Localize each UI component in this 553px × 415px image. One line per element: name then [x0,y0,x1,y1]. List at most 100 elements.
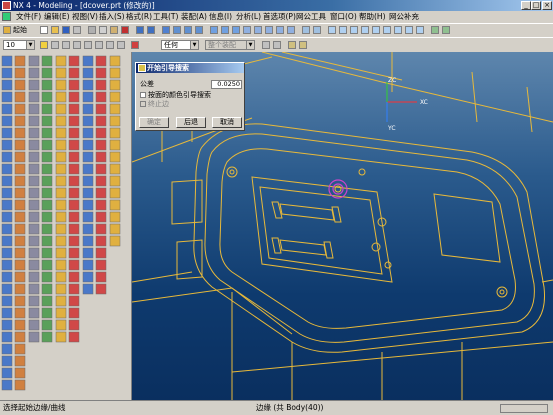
face-color-checkbox[interactable] [140,92,146,98]
tool-button-icon[interactable] [28,79,40,91]
tool-button-icon[interactable] [14,283,26,295]
tool-button-icon[interactable] [95,259,107,271]
view-box-2-icon[interactable] [339,26,347,34]
tool-button-icon[interactable] [68,187,80,199]
tool-button-icon[interactable] [28,199,40,211]
tool-button-icon[interactable] [28,319,40,331]
tool-button-icon[interactable] [14,319,26,331]
tool-button-icon[interactable] [95,271,107,283]
tool-button-icon[interactable] [41,223,53,235]
tool-button-icon[interactable] [95,91,107,103]
housing-outline[interactable] [193,123,546,353]
start-icon[interactable] [3,26,11,34]
filter-option-icon[interactable] [262,41,270,49]
menu-tools[interactable]: 工具(T) [153,12,178,22]
tool-button-icon[interactable] [109,115,121,127]
tool-button-icon[interactable] [41,187,53,199]
tool-button-icon[interactable] [109,235,121,247]
screw-hole[interactable] [499,289,505,295]
menu-edit[interactable]: 编辑(E) [44,12,70,22]
layer-category-icon[interactable] [84,41,92,49]
tool-button-icon[interactable] [41,151,53,163]
tool-button-icon[interactable] [68,295,80,307]
geometry-edge[interactable] [132,271,193,283]
tool-button-icon[interactable] [14,259,26,271]
start-menu-button[interactable]: 起始 [13,26,27,35]
print-icon[interactable] [73,26,81,34]
tool-button-icon[interactable] [1,211,13,223]
trimetric-icon[interactable] [243,26,251,34]
cut-icon[interactable] [88,26,96,34]
tool-button-icon[interactable] [68,331,80,343]
tool-button-icon[interactable] [14,163,26,175]
tool-button-icon[interactable] [28,67,40,79]
tool-button-icon[interactable] [14,79,26,91]
tool-button-icon[interactable] [95,235,107,247]
menu-assembly[interactable]: 装配(A) [181,12,207,22]
tool-button-icon[interactable] [14,199,26,211]
curve-rule-icon[interactable] [299,41,307,49]
tool-button-icon[interactable] [41,175,53,187]
menu-insert[interactable]: 插入(S) [99,12,125,22]
tool-button-icon[interactable] [41,103,53,115]
tool-button-icon[interactable] [41,67,53,79]
tool-button-icon[interactable] [55,295,67,307]
tool-button-icon[interactable] [55,307,67,319]
open-folder-icon[interactable] [51,26,59,34]
menu-analysis[interactable]: 分析(L) [236,12,261,22]
tool-button-icon[interactable] [28,127,40,139]
top-view-icon[interactable] [265,26,273,34]
layer-work-icon[interactable] [51,41,59,49]
tool-button-icon[interactable] [41,199,53,211]
menu-file[interactable]: 文件(F) [16,12,41,22]
view-box-4-icon[interactable] [361,26,369,34]
tool-button-icon[interactable] [95,175,107,187]
tool-button-icon[interactable] [28,211,40,223]
tool-button-icon[interactable] [82,223,94,235]
save-icon[interactable] [62,26,70,34]
housing-rim[interactable] [219,148,516,329]
tool-button-icon[interactable] [41,163,53,175]
tool-button-icon[interactable] [1,367,13,379]
tool-button-icon[interactable] [82,91,94,103]
tool-button-icon[interactable] [14,91,26,103]
tool-button-icon[interactable] [28,103,40,115]
tool-button-icon[interactable] [28,331,40,343]
tool-button-icon[interactable] [82,151,94,163]
tool-button-icon[interactable] [55,283,67,295]
assembly-filter-combo[interactable]: 整个装配 ▼ [205,40,255,50]
tool-button-icon[interactable] [14,379,26,391]
tool-button-icon[interactable] [68,223,80,235]
tool-button-icon[interactable] [14,367,26,379]
tool-button-icon[interactable] [82,163,94,175]
view-box-3-icon[interactable] [350,26,358,34]
tool-button-icon[interactable] [1,343,13,355]
tool-button-icon[interactable] [95,127,107,139]
tool-button-icon[interactable] [82,115,94,127]
tool-button-icon[interactable] [14,331,26,343]
tool-button-icon[interactable] [95,115,107,127]
layer-hide-icon[interactable] [95,41,103,49]
window-cutout[interactable] [433,193,501,263]
tool-button-icon[interactable] [109,175,121,187]
tool-button-icon[interactable] [1,187,13,199]
tool-button-icon[interactable] [55,55,67,67]
tool-button-icon[interactable] [1,115,13,127]
tool-button-icon[interactable] [1,259,13,271]
delete-icon[interactable] [121,26,129,34]
menu-window[interactable]: 窗口(O) [330,12,357,22]
tool-button-icon[interactable] [95,223,107,235]
rotate-icon[interactable] [195,26,203,34]
geometry-edge[interactable] [261,52,553,123]
tool-button-icon[interactable] [68,211,80,223]
tool-button-icon[interactable] [28,91,40,103]
tool-button-icon[interactable] [1,223,13,235]
tool-button-icon[interactable] [109,79,121,91]
wireframe-icon[interactable] [221,26,229,34]
tool-button-icon[interactable] [1,91,13,103]
side-tab[interactable] [176,239,203,280]
redo-icon[interactable] [147,26,155,34]
tool-button-icon[interactable] [41,211,53,223]
screw-boss[interactable] [371,242,381,252]
tool-button-icon[interactable] [28,223,40,235]
